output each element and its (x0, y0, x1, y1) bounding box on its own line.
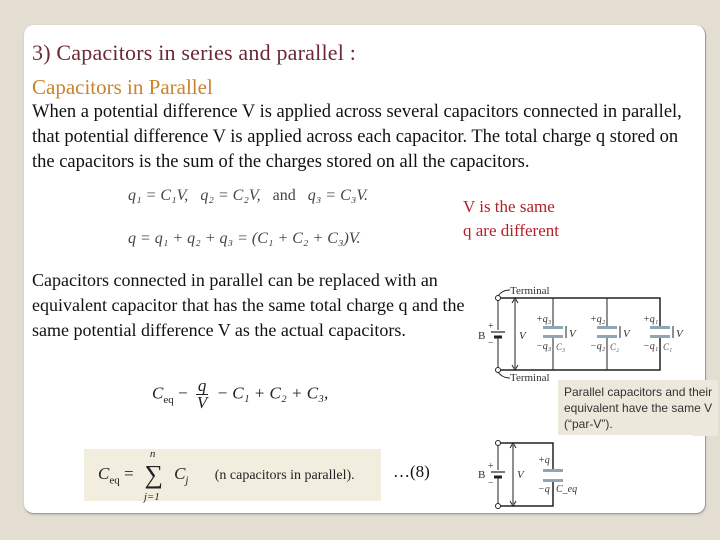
equivalent-circuit-diagram: B + − V +q −q C_eq (478, 440, 577, 509)
ceq-lhs: C (152, 383, 164, 403)
capacitor-plate-bottom (543, 335, 563, 338)
terminal-bottom-dot (495, 367, 501, 373)
equivalent-paragraph: Capacitors connected in parallel can be … (32, 270, 465, 340)
capacitor-plate-bottom (597, 335, 617, 338)
eq-outer-wire (498, 442, 554, 507)
sum-lhs: C (98, 463, 110, 483)
eq-battery-minus: − (488, 478, 494, 489)
eq-battery-label: B (478, 469, 485, 481)
sum-formula: Ceq = n ∑ j=1 Cj (n capacitors in parall… (98, 448, 355, 503)
eq-cap-minus: −q (538, 484, 550, 495)
eq-terminal-bottom-dot (495, 503, 501, 509)
terminal-bottom-label: Terminal (510, 372, 550, 382)
eq-q1: q₁ = C₁V, (128, 187, 189, 204)
sigma-sum: n ∑ j=1 (144, 448, 164, 503)
eq-q2: q₂ = C₂V, (200, 187, 261, 204)
capacitor-plus-charge: +q₃ (536, 314, 552, 325)
capacitor-plate-top (543, 326, 563, 329)
ceq-rhs: − C₁ + C₂ + C₃, (216, 383, 329, 403)
sigma-icon: ∑ (144, 460, 164, 489)
capacitor-label: C₂ (610, 342, 619, 352)
capacitor-voltage: V (676, 328, 684, 340)
sum-description: (n capacitors in parallel). (214, 467, 355, 483)
capacitor-label: C₁ (663, 342, 672, 352)
eq-cap-plate-top (543, 469, 563, 472)
ceq-lhs-sub: eq (163, 393, 174, 406)
intro-paragraph: When a potential difference V is applied… (32, 102, 682, 172)
ceq-den: V (196, 393, 208, 412)
capacitor-plus-charge: +q₂ (590, 314, 606, 325)
capacitor-group: +q₃ −q₃ C₃ V +q₂ −q₂ C₂ V +q₁ −q₁ C₁ V (536, 314, 684, 352)
note-v-same: V is the same (463, 197, 555, 216)
capacitor-plate-top (597, 326, 617, 329)
battery-plus: + (488, 321, 494, 332)
sum-lhs-sub: eq (109, 474, 120, 487)
parallel-circuit-diagram: Terminal Terminal B + − V +q₃ −q₃ C₃ V +q₂ −q… (478, 285, 684, 382)
eq-cap-plus: +q (538, 455, 550, 466)
terminal-bottom-leader (497, 371, 511, 379)
capacitor-label: C₃ (556, 342, 565, 352)
eq-and: and (272, 187, 296, 204)
sum-term: C (174, 463, 186, 483)
sum-term-sub: j (185, 474, 189, 487)
battery-minus: − (488, 338, 494, 349)
eq-cap-plate-bottom (543, 479, 563, 482)
slide-title: 3) Capacitors in series and parallel : (32, 40, 357, 65)
battery-voltage: V (519, 330, 527, 342)
terminal-top-leader (497, 289, 511, 297)
terminal-top-label: Terminal (510, 285, 550, 297)
equation-number: …(8) (393, 462, 430, 481)
capacitor-minus-charge: −q₂ (590, 341, 606, 352)
ceq-fraction: q V (195, 377, 209, 412)
capacitor-voltage: V (623, 328, 631, 340)
capacitor-voltage: V (569, 328, 577, 340)
sum-lower: j=1 (143, 491, 160, 503)
eq-battery-voltage: V (517, 469, 525, 481)
eq-terminal-top-dot (495, 440, 501, 446)
capacitor-plus-charge: +q₁ (643, 314, 658, 325)
terminal-top-dot (495, 295, 501, 301)
sum-upper: n (149, 448, 156, 460)
capacitor-minus-charge: −q₁ (643, 341, 658, 352)
eq-battery-plus: + (488, 461, 494, 472)
sum-equals: = (123, 463, 134, 483)
total-charge-equation: q = q₁ + q₂ + q₃ = (C₁ + C₂ + C₃)V. (128, 230, 361, 247)
note-q-different: q are different (463, 221, 559, 240)
ceq-eq: − (177, 383, 188, 403)
capacitor-minus-charge: −q₃ (536, 341, 552, 352)
eq-q3: q₃ = C₃V. (307, 187, 369, 204)
capacitor-plate-top (650, 326, 670, 329)
battery-label: B (478, 330, 485, 342)
charge-equations: q₁ = C₁V, q₂ = C₂V, and q₃ = C₃V. (128, 187, 368, 205)
diagram-caption: Parallel capacitors and their equivalent… (558, 380, 718, 436)
capacitor-plate-bottom (650, 335, 670, 338)
ceq-equation: Ceq − q V − C₁ + C₂ + C₃, (152, 377, 329, 412)
eq-cap-label: C_eq (556, 484, 577, 495)
section-subtitle: Capacitors in Parallel (32, 75, 213, 99)
